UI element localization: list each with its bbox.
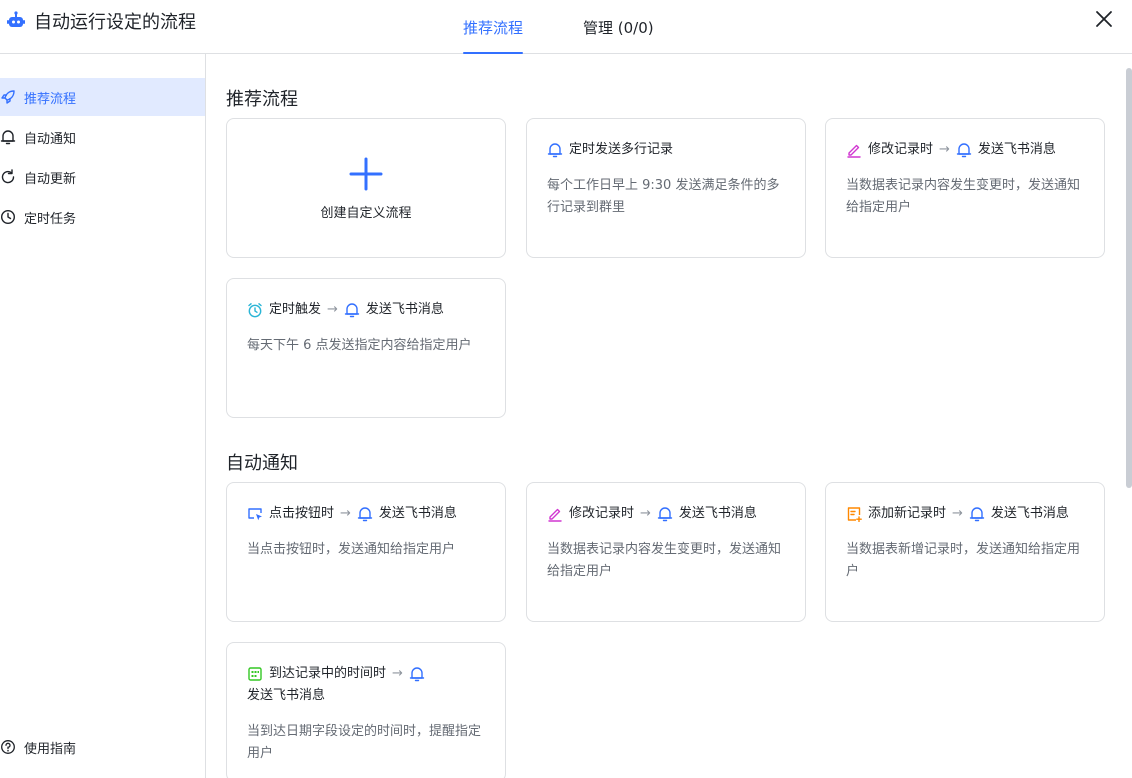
card-description: 当数据表记录内容发生变更时，发送通知给指定用户 [547, 542, 782, 579]
sidebar-item-recommended[interactable]: 推荐流程 [0, 78, 205, 116]
create-custom-flow-card[interactable]: 创建自定义流程 [226, 118, 506, 258]
flow-card[interactable]: 添加新记录时 → 发送飞书消息 当数据表新增记录时，发送通知给指定用户 [825, 482, 1105, 622]
header: 自动运行设定的流程 推荐流程 管理 (0/0) [0, 0, 1132, 54]
flow-card[interactable]: 定时发送多行记录 每个工作日早上 9:30 发送满足条件的多行记录到群里 [526, 118, 806, 258]
card-description: 每天下午 6 点发送指定内容给指定用户 [247, 338, 472, 353]
plus-icon [349, 157, 383, 190]
card-header: 修改记录时 → 发送飞书消息 [846, 139, 1084, 161]
bell-icon [547, 143, 563, 158]
card-action: 发送飞书消息 [378, 506, 457, 521]
card-header: 点击按钮时 → 发送飞书消息 [247, 503, 485, 525]
sidebar-item-notify[interactable]: 自动通知 [0, 118, 205, 156]
sidebar-item-label: 自动更新 [24, 171, 77, 187]
sidebar-item-update[interactable]: 自动更新 [0, 158, 205, 196]
section-title-recommended: 推荐流程 [226, 89, 298, 110]
card-description: 当点击按钮时，发送通知给指定用户 [247, 542, 456, 557]
card-trigger: 修改记录时 [868, 142, 934, 157]
create-custom-flow-label: 创建自定义流程 [320, 205, 412, 221]
card-header: 修改记录时 → 发送飞书消息 [547, 503, 785, 525]
section-title-notify: 自动通知 [226, 453, 298, 474]
tab-manage[interactable]: 管理 (0/0) [583, 0, 654, 54]
robot-icon [7, 11, 25, 27]
usage-guide-link[interactable]: 使用指南 [0, 728, 76, 766]
tab-bar: 推荐流程 管理 (0/0) [463, 0, 654, 54]
arrow-icon: → [340, 506, 351, 521]
card-action: 发送飞书消息 [247, 688, 326, 703]
card-description: 当数据表记录内容发生变更时，发送通知给指定用户 [846, 178, 1081, 215]
sidebar-item-label: 自动通知 [24, 131, 77, 147]
bell-icon [657, 507, 673, 522]
rocket-icon [1, 90, 15, 104]
arrow-icon: → [392, 666, 403, 681]
scrollbar[interactable] [1126, 68, 1132, 488]
sidebar-item-label: 定时任务 [24, 211, 77, 227]
card-trigger: 到达记录中的时间时 [269, 666, 387, 681]
card-trigger: 定时触发 [269, 302, 322, 317]
flow-card[interactable]: 点击按钮时 → 发送飞书消息 当点击按钮时，发送通知给指定用户 [226, 482, 506, 622]
flow-card[interactable]: 修改记录时 → 发送飞书消息 当数据表记录内容发生变更时，发送通知给指定用户 [825, 118, 1105, 258]
calendar-icon [248, 667, 262, 681]
tab-recommended[interactable]: 推荐流程 [463, 0, 524, 54]
usage-guide-label: 使用指南 [24, 741, 77, 757]
bell-icon [0, 130, 16, 145]
card-header: 到达记录中的时间时 → 发送飞书消息 [247, 663, 485, 707]
arrow-icon: → [952, 506, 963, 521]
refresh-icon [1, 169, 15, 184]
bell-icon [969, 507, 985, 522]
sidebar-item-scheduled[interactable]: 定时任务 [0, 198, 205, 236]
alarm-clock-icon [248, 303, 262, 318]
add-record-icon [847, 507, 862, 522]
bell-icon [409, 667, 425, 682]
card-description: 当到达日期字段设定的时间时，提醒指定用户 [247, 724, 482, 761]
window-title: 自动运行设定的流程 [34, 12, 196, 33]
card-trigger: 添加新记录时 [868, 506, 947, 521]
card-header: 定时发送多行记录 [547, 139, 785, 161]
app-title: 自动运行设定的流程 [6, 8, 196, 34]
card-action: 发送飞书消息 [977, 142, 1056, 157]
edit-icon [548, 508, 562, 522]
card-trigger: 定时发送多行记录 [569, 142, 674, 157]
card-trigger: 点击按钮时 [269, 506, 335, 521]
bell-icon [956, 143, 972, 158]
close-icon[interactable] [1093, 8, 1115, 30]
card-trigger: 修改记录时 [569, 506, 635, 521]
card-action: 发送飞书消息 [365, 302, 444, 317]
card-header: 添加新记录时 → 发送飞书消息 [846, 503, 1084, 525]
arrow-icon: → [939, 142, 950, 157]
card-description: 每个工作日早上 9:30 发送满足条件的多行记录到群里 [547, 178, 780, 215]
button-click-icon [248, 508, 262, 521]
sidebar-item-label: 推荐流程 [24, 91, 77, 107]
bell-icon [344, 303, 360, 318]
arrow-icon: → [640, 506, 651, 521]
help-icon [1, 740, 15, 754]
edit-icon [847, 144, 861, 158]
card-action: 发送飞书消息 [678, 506, 757, 521]
flow-card[interactable]: 到达记录中的时间时 → 发送飞书消息 当到达日期字段设定的时间时，提醒指定用户 [226, 642, 506, 778]
card-description: 当数据表新增记录时，发送通知给指定用户 [846, 542, 1081, 579]
sidebar: 推荐流程 自动通知 自动更新 定时任务 使用指南 [0, 54, 206, 778]
flow-card[interactable]: 修改记录时 → 发送飞书消息 当数据表记录内容发生变更时，发送通知给指定用户 [526, 482, 806, 622]
card-action: 发送飞书消息 [990, 506, 1069, 521]
clock-icon [0, 209, 16, 225]
arrow-icon: → [327, 302, 338, 317]
flow-card[interactable]: 定时触发 → 发送飞书消息 每天下午 6 点发送指定内容给指定用户 [226, 278, 506, 418]
card-header: 定时触发 → 发送飞书消息 [247, 299, 485, 321]
bell-icon [357, 507, 373, 522]
main-content: 推荐流程 创建自定义流程 定时发送多行记录 每个工作日早上 9:30 发送满足条… [207, 55, 1125, 778]
